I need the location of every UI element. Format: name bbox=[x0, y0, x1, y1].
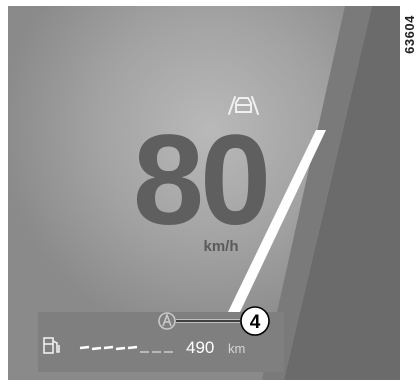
fuel-gauge-segment-filled bbox=[127, 345, 138, 350]
speed-unit: km/h bbox=[203, 238, 238, 255]
fuel-gauge-segment-filled bbox=[79, 345, 90, 350]
speed-value: 80 bbox=[133, 109, 267, 252]
cluster-display: 80 km/h 4 490 km bbox=[8, 6, 400, 380]
instrument-cluster-illustration: 80 km/h 4 490 km 63604 bbox=[0, 0, 419, 388]
fuel-gauge-segment-filled bbox=[115, 346, 126, 351]
callout-number: 4 bbox=[250, 312, 261, 333]
fuel-gauge-segment-filled bbox=[91, 346, 102, 351]
figure-reference: 63604 bbox=[400, 4, 418, 64]
fuel-gauge-segment-filled bbox=[103, 345, 114, 350]
range-unit: km bbox=[228, 341, 245, 356]
range-value: 490 bbox=[186, 338, 214, 357]
figure-reference-number: 63604 bbox=[401, 14, 417, 54]
